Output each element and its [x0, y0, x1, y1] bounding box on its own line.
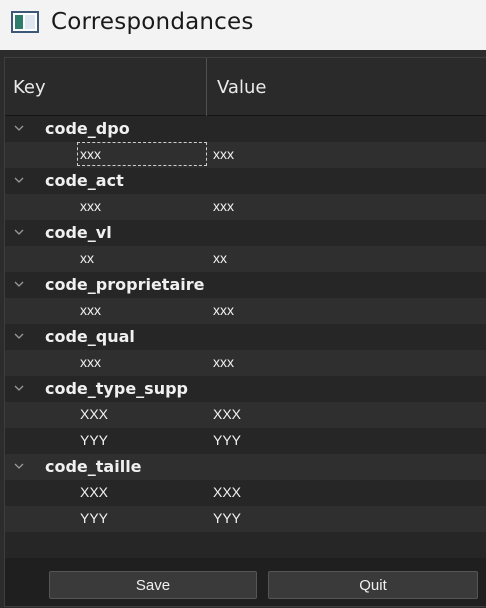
item-key-cell[interactable]: xxx: [77, 142, 207, 166]
item-value-cell[interactable]: XXX: [213, 484, 241, 500]
tree-item-row[interactable]: xxx xxx: [5, 350, 486, 376]
tree-group-row[interactable]: code_act: [5, 168, 486, 194]
item-value-cell[interactable]: xxx: [213, 302, 234, 318]
chevron-down-icon[interactable]: [14, 279, 24, 289]
item-key-cell[interactable]: xx: [78, 247, 206, 269]
tree-item-row[interactable]: xx xx: [5, 246, 486, 272]
group-key-label: code_taille: [45, 457, 142, 476]
tree-item-row[interactable]: xxx xxx: [5, 142, 486, 168]
group-key-label: code_type_supp: [45, 379, 188, 398]
chevron-down-icon[interactable]: [14, 461, 24, 471]
tree-group-row[interactable]: code_vl: [5, 220, 486, 246]
item-value-cell[interactable]: YYY: [213, 432, 241, 448]
tree-item-row[interactable]: xxx xxx: [5, 194, 486, 220]
tree-item-row[interactable]: XXX XXX: [5, 480, 486, 506]
chevron-down-icon[interactable]: [14, 383, 24, 393]
item-key-cell[interactable]: xxx: [78, 299, 206, 321]
tree-item-row[interactable]: YYY YYY: [5, 506, 486, 532]
item-key-cell[interactable]: XXX: [78, 403, 206, 425]
tree-rows: code_dpo xxx xxx code_act xxx xxx code_vl xx xx c…: [5, 116, 486, 558]
chevron-down-icon[interactable]: [14, 175, 24, 185]
column-header-value[interactable]: Value: [208, 58, 486, 116]
item-key-cell[interactable]: YYY: [78, 429, 206, 451]
item-key-cell[interactable]: YYY: [78, 507, 206, 529]
tree-group-row[interactable]: code_qual: [5, 324, 486, 350]
tree-group-row[interactable]: code_type_supp: [5, 376, 486, 402]
item-key-cell[interactable]: XXX: [78, 481, 206, 503]
group-key-label: code_act: [45, 171, 124, 190]
item-key-cell[interactable]: xxx: [78, 351, 206, 373]
group-key-label: code_qual: [45, 327, 135, 346]
group-key-label: code_dpo: [45, 119, 130, 138]
window-body: Key Value code_dpo xxx xxx code_act xxx xxx co…: [0, 50, 486, 608]
chevron-down-icon[interactable]: [14, 227, 24, 237]
item-value-cell[interactable]: xxx: [213, 354, 234, 370]
tree-group-row[interactable]: code_proprietaire: [5, 272, 486, 298]
tree-item-row[interactable]: XXX XXX: [5, 402, 486, 428]
tree-item-row[interactable]: xxx xxx: [5, 298, 486, 324]
item-value-cell[interactable]: xx: [213, 250, 227, 266]
item-value-cell[interactable]: XXX: [213, 406, 241, 422]
item-value-cell[interactable]: YYY: [213, 510, 241, 526]
tree-group-row[interactable]: code_dpo: [5, 116, 486, 142]
group-key-label: code_proprietaire: [45, 275, 205, 294]
save-button[interactable]: Save: [49, 571, 257, 599]
correspondance-tree[interactable]: Key Value code_dpo xxx xxx code_act xxx xxx co…: [4, 57, 486, 607]
chevron-down-icon[interactable]: [14, 123, 24, 133]
tree-group-row[interactable]: code_taille: [5, 454, 486, 480]
title-bar: Correspondances: [0, 0, 486, 50]
empty-row: [5, 532, 486, 558]
chevron-down-icon[interactable]: [14, 331, 24, 341]
tree-item-row[interactable]: YYY YYY: [5, 428, 486, 454]
item-key-cell[interactable]: xxx: [78, 195, 206, 217]
window-title: Correspondances: [51, 9, 254, 35]
item-value-cell[interactable]: xxx: [213, 146, 234, 162]
tree-header: Key Value: [5, 58, 486, 116]
window-app-icon: [11, 11, 39, 33]
column-header-key[interactable]: Key: [5, 58, 207, 116]
item-value-cell[interactable]: xxx: [213, 198, 234, 214]
group-key-label: code_vl: [45, 223, 112, 242]
quit-button[interactable]: Quit: [268, 571, 478, 599]
